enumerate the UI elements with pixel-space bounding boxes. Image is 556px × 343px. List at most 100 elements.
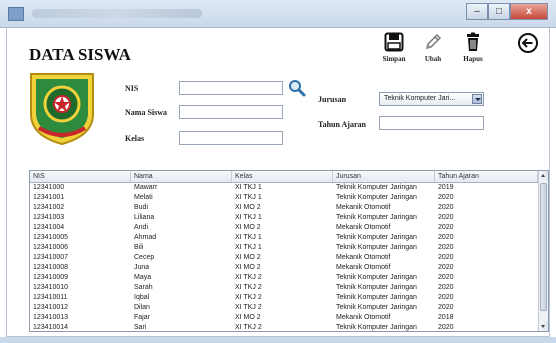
table-cell: Mekanik Otomotif (336, 264, 391, 271)
table-cell: 2020 (438, 234, 454, 241)
floppy-disk-icon (384, 32, 404, 52)
table-row[interactable]: 12341002 Budi XI MO 2 Mekanik Otomotif 2020 (30, 203, 538, 213)
table-cell: 2020 (438, 254, 454, 261)
delete-button[interactable]: Hapus (453, 32, 493, 63)
table-cell: Bili (134, 244, 144, 251)
table-cell: XI TKJ 2 (235, 274, 262, 281)
table-row[interactable]: 123410006 Bili XI TKJ 1 Teknik Komputer Jar… (30, 243, 538, 253)
table-cell: 2020 (438, 244, 454, 251)
table-row[interactable]: 123410007 Cecep XI MO 2 Mekanik Otomotif 202… (30, 253, 538, 263)
school-logo (30, 73, 94, 146)
table-cell: Mekanik Otomotif (336, 314, 391, 321)
table-row[interactable]: 12341000 Mawarr XI TKJ 1 Teknik Komputer Ja… (30, 183, 538, 193)
scroll-up-icon[interactable] (539, 171, 548, 181)
main-panel: DATA SISWA NIS Nama Siswa Kelas Jurusan … (6, 28, 550, 337)
table-cell: Sari (134, 324, 147, 331)
table-cell: Liliana (134, 214, 155, 221)
column-header-nis[interactable]: NIS (30, 171, 131, 182)
table-row[interactable]: 123410009 Maya XI TKJ 2 Teknik Komputer Jar… (30, 273, 538, 283)
table-cell: Budi (134, 204, 149, 211)
window-title-blurred (32, 9, 202, 18)
column-header-kelas[interactable]: Kelas (232, 171, 333, 182)
column-header-nama[interactable]: Nama (131, 171, 232, 182)
table-cell: 2020 (438, 194, 454, 201)
edit-button[interactable]: Ubah (413, 32, 453, 63)
table-cell: XI TKJ 1 (235, 194, 262, 201)
page-title: DATA SISWA (29, 45, 131, 64)
table-cell: Mekanik Otomotif (336, 224, 391, 231)
column-header-jurusan[interactable]: Jurusan (333, 171, 435, 182)
table-cell: Andi (134, 224, 149, 231)
back-arrow-icon[interactable] (517, 32, 539, 54)
minimize-button[interactable]: – (466, 3, 488, 20)
student-table[interactable]: NIS Nama Kelas Jurusan Tahun Ajaran 1234… (29, 170, 549, 332)
jurusan-select[interactable]: Teknik Komputer Jari... (379, 92, 484, 106)
table-cell: 12341000 (33, 184, 65, 191)
table-cell: 12341004 (33, 224, 65, 231)
table-cell: 123410008 (33, 264, 69, 271)
window-controls: – □ x (466, 3, 548, 20)
table-cell: 2020 (438, 284, 454, 291)
table-cell: 12341003 (33, 214, 65, 221)
table-cell: Maya (134, 274, 152, 281)
nama-siswa-label: Nama Siswa (125, 108, 168, 117)
table-row[interactable]: 123410008 Juna XI MO 2 Mekanik Otomotif 2020 (30, 263, 538, 273)
table-cell: XI MO 2 (235, 254, 261, 261)
nama-siswa-input[interactable] (179, 105, 283, 119)
table-cell: 123410005 (33, 234, 69, 241)
table-cell: 12341002 (33, 204, 65, 211)
table-cell: XI TKJ 1 (235, 244, 262, 251)
table-cell: 123410007 (33, 254, 69, 261)
table-cell: Teknik Komputer Jaringan (336, 304, 417, 311)
table-cell: 2020 (438, 304, 454, 311)
table-row[interactable]: 123410010 Sarah XI TKJ 2 Teknik Komputer Ja… (30, 283, 538, 293)
table-cell: XI TKJ 1 (235, 214, 262, 221)
table-cell: Teknik Komputer Jaringan (336, 294, 417, 301)
table-cell: Ahmad (134, 234, 157, 241)
table-cell: Mawarr (134, 184, 158, 191)
table-row[interactable]: 123410014 Sari XI TKJ 2 Teknik Komputer Jar… (30, 323, 538, 331)
scroll-thumb[interactable] (540, 183, 547, 311)
delete-label: Hapus (463, 55, 483, 63)
table-body: 12341000 Mawarr XI TKJ 1 Teknik Komputer Ja… (30, 183, 538, 331)
table-header: NIS Nama Kelas Jurusan Tahun Ajaran (30, 171, 538, 183)
table-cell: Teknik Komputer Jaringan (336, 274, 417, 281)
table-cell: 123410006 (33, 244, 69, 251)
table-cell: 12341001 (33, 194, 65, 201)
table-row[interactable]: 123410012 Dilan XI TKJ 2 Teknik Komputer Ja… (30, 303, 538, 313)
nis-input[interactable] (179, 81, 283, 95)
vertical-scrollbar[interactable] (538, 171, 548, 331)
jurusan-label: Jurusan (318, 95, 347, 104)
table-cell: Teknik Komputer Jaringan (336, 324, 417, 331)
column-header-tahun-ajaran[interactable]: Tahun Ajaran (435, 171, 538, 182)
table-row[interactable]: 12341004 Andi XI MO 2 Mekanik Otomotif 2020 (30, 223, 538, 233)
kelas-label: Kelas (125, 134, 145, 143)
table-row[interactable]: 123410013 Fajar XI MO 2 Mekanik Otomotif 201… (30, 313, 538, 323)
table-cell: XI TKJ 2 (235, 324, 262, 331)
jurusan-selected-value: Teknik Komputer Jari... (384, 95, 456, 102)
search-icon[interactable] (288, 79, 306, 97)
kelas-input[interactable] (179, 131, 283, 145)
table-cell: 2020 (438, 264, 454, 271)
table-cell: 123410014 (33, 324, 69, 331)
table-row[interactable]: 123410005 Ahmad XI TKJ 1 Teknik Komputer Ja… (30, 233, 538, 243)
table-cell: XI MO 2 (235, 314, 261, 321)
close-button[interactable]: x (510, 3, 548, 20)
window-titlebar: – □ x (0, 0, 556, 28)
table-cell: 2020 (438, 204, 454, 211)
chevron-down-icon[interactable] (472, 94, 482, 104)
table-cell: 123410009 (33, 274, 69, 281)
maximize-button[interactable]: □ (488, 3, 510, 20)
tahun-ajaran-input[interactable] (379, 116, 484, 130)
table-cell: Cecep (134, 254, 155, 261)
trash-icon (467, 32, 479, 51)
table-row[interactable]: 12341003 Liliana XI TKJ 1 Teknik Komputer J… (30, 213, 538, 223)
table-row[interactable]: 123410011 Iqbal XI TKJ 2 Teknik Komputer Ja… (30, 293, 538, 303)
table-cell: XI MO 2 (235, 204, 261, 211)
table-cell: 2020 (438, 324, 454, 331)
table-cell: XI TKJ 2 (235, 304, 262, 311)
scroll-down-icon[interactable] (539, 321, 548, 331)
save-button[interactable]: Simpan (374, 32, 414, 63)
table-row[interactable]: 12341001 Melati XI TKJ 1 Teknik Komputer Ja… (30, 193, 538, 203)
table-cell: 2020 (438, 224, 454, 231)
